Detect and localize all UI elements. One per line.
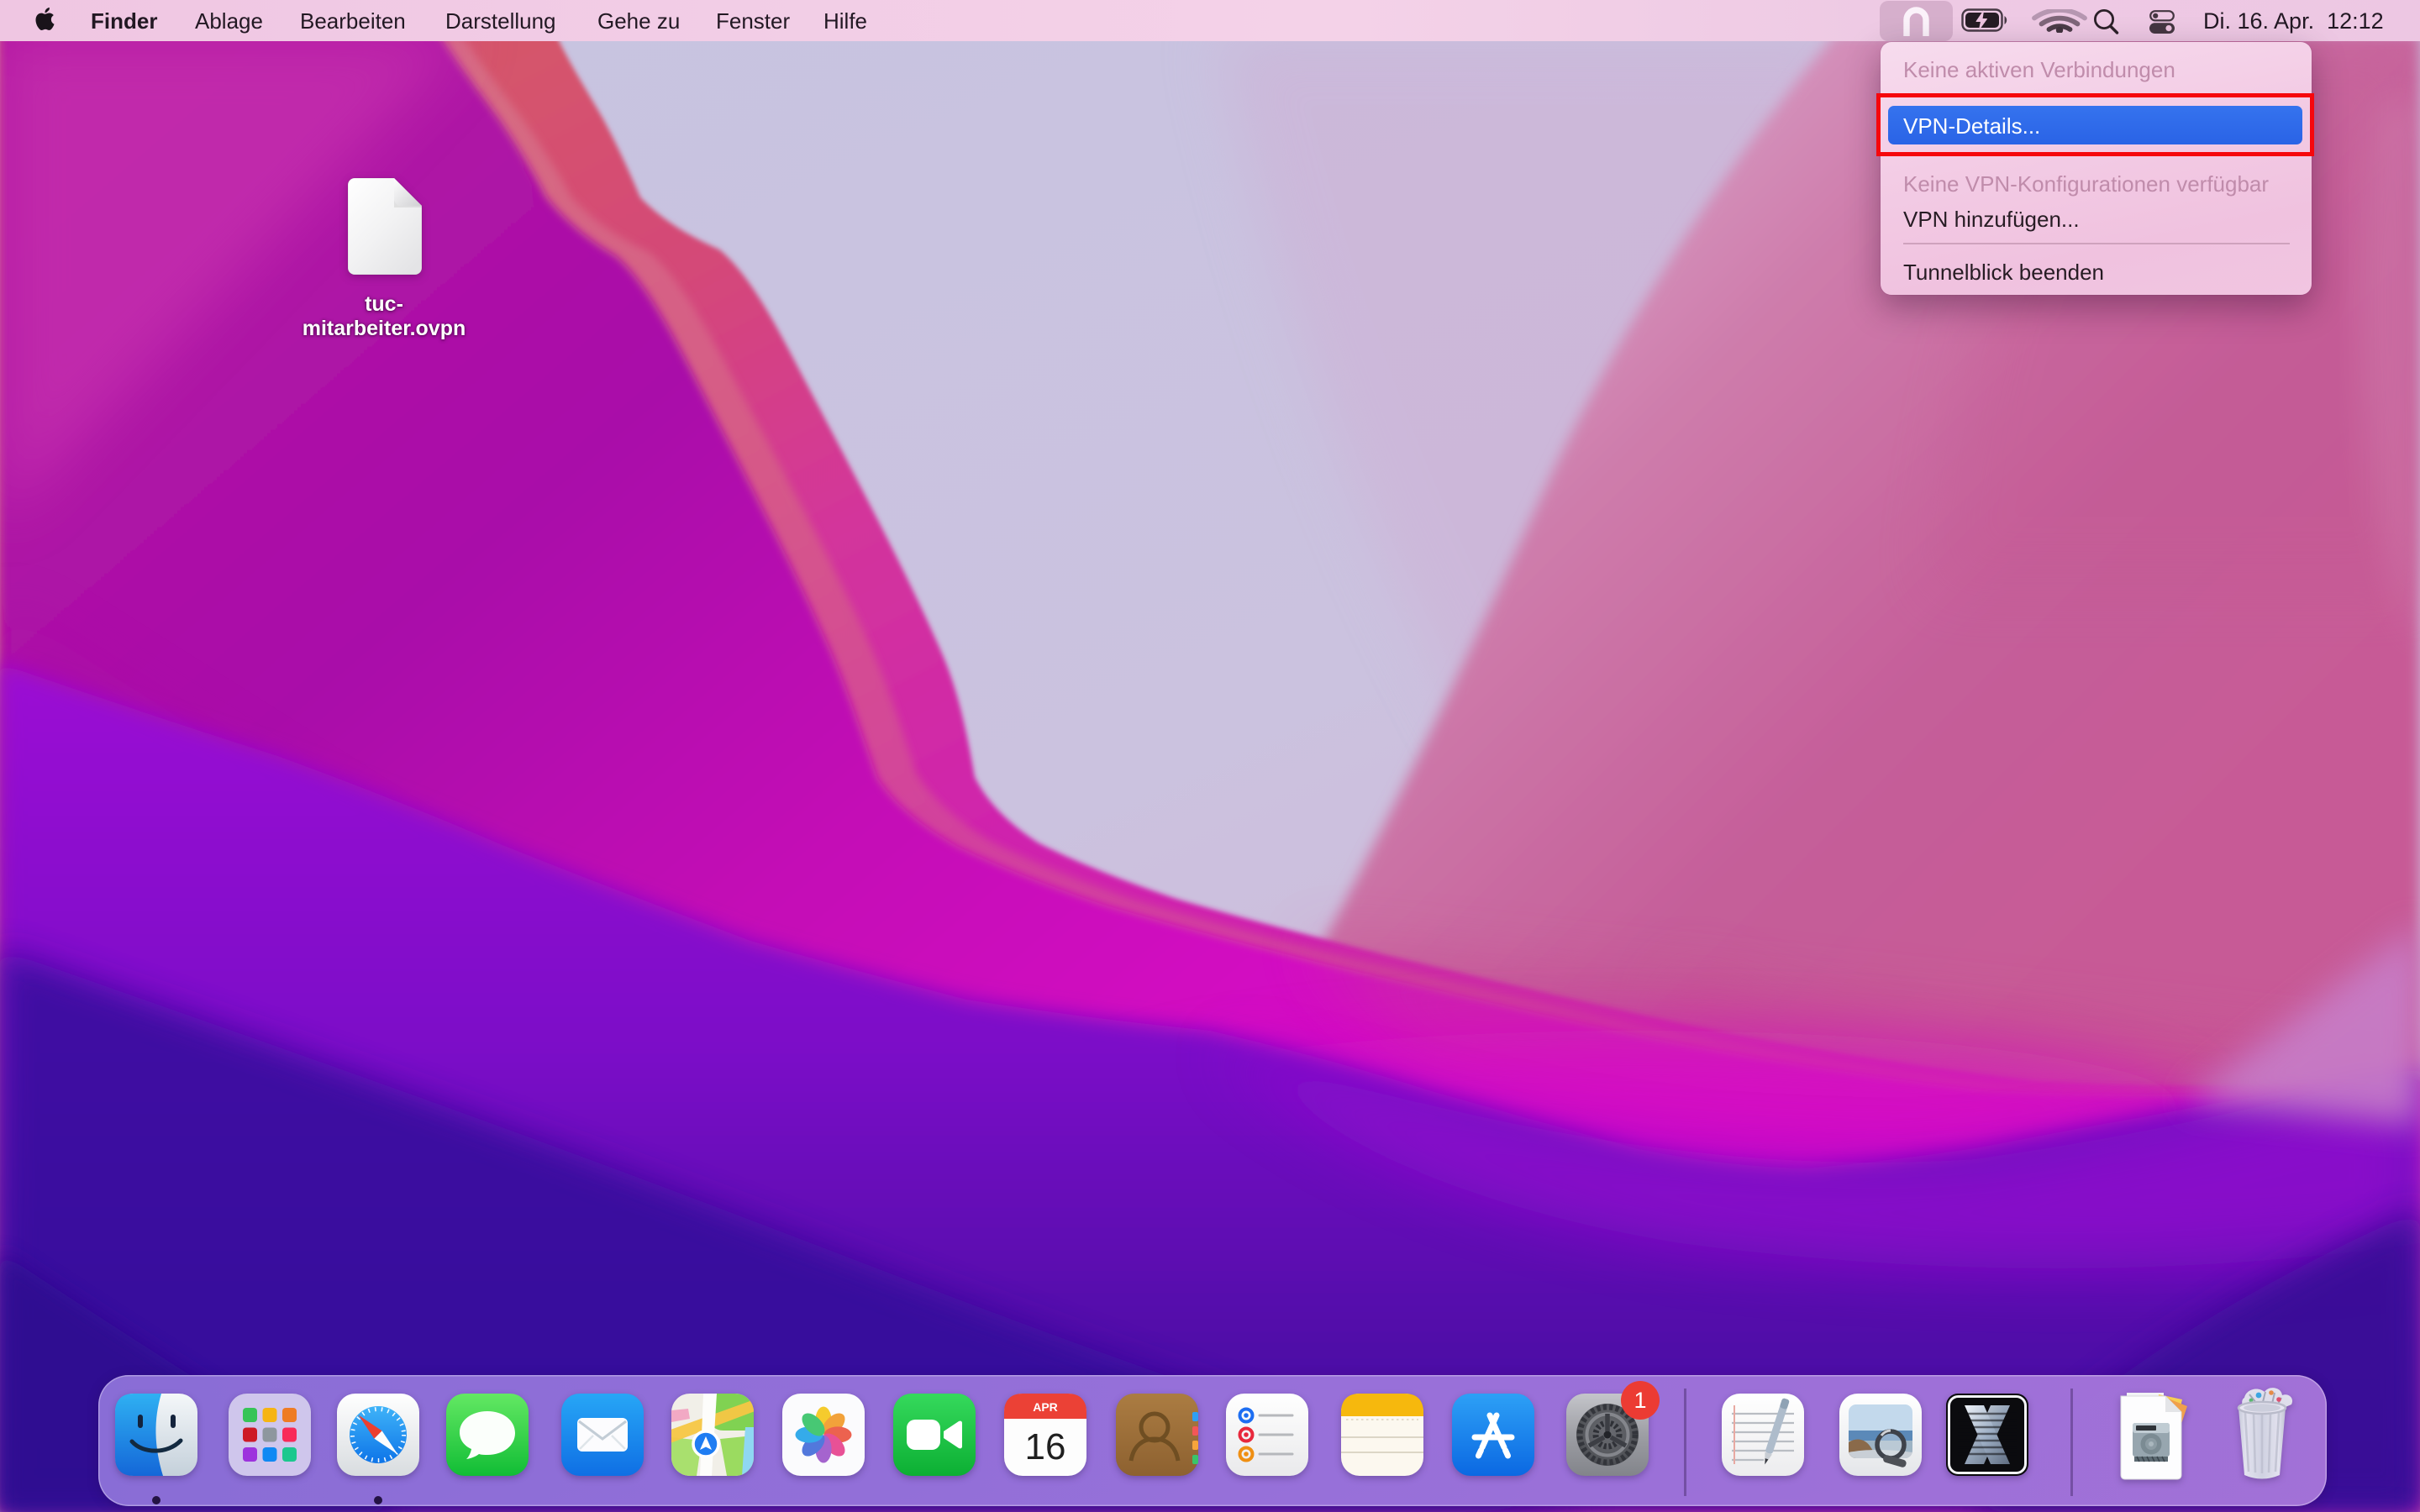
svg-text:16: 16 (1025, 1426, 1066, 1467)
svg-text:APR: APR (1033, 1400, 1058, 1414)
